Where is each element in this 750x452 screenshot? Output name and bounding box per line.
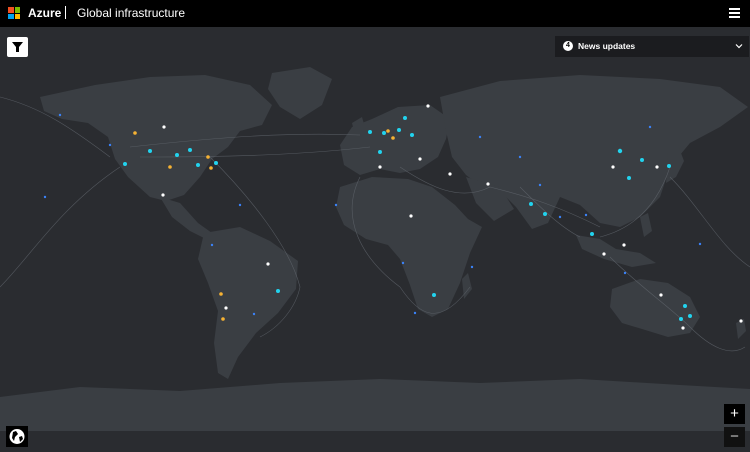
brand-name[interactable]: Azure bbox=[28, 6, 61, 20]
top-bar: Azure Global infrastructure bbox=[0, 0, 750, 27]
chevron-down-icon bbox=[735, 44, 743, 49]
filter-icon bbox=[12, 42, 23, 52]
news-updates-label: News updates bbox=[578, 41, 636, 51]
header-divider bbox=[65, 6, 66, 19]
filter-button[interactable] bbox=[7, 37, 28, 57]
news-count-badge: 4 bbox=[563, 41, 573, 51]
microsoft-logo-icon[interactable] bbox=[8, 7, 20, 19]
world-map[interactable] bbox=[0, 27, 750, 449]
news-updates-dropdown[interactable]: 4 News updates bbox=[555, 36, 749, 57]
page-title: Global infrastructure bbox=[77, 6, 186, 20]
globe-view-button[interactable] bbox=[6, 426, 28, 447]
hamburger-menu-icon[interactable] bbox=[729, 8, 740, 18]
globe-icon bbox=[9, 429, 25, 444]
zoom-out-button[interactable]: − bbox=[724, 427, 745, 447]
zoom-in-button[interactable]: + bbox=[724, 404, 745, 424]
